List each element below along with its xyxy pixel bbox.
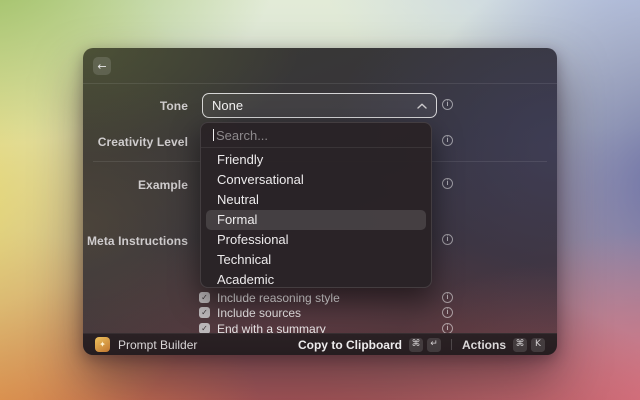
option-neutral[interactable]: Neutral xyxy=(206,190,426,210)
option-professional[interactable]: Professional xyxy=(206,230,426,250)
example-info-icon[interactable]: i xyxy=(442,178,453,189)
cmd-key-icon: ⌘ xyxy=(513,338,527,352)
app-name: Prompt Builder xyxy=(118,338,197,352)
copy-to-clipboard-button[interactable]: Copy to Clipboard xyxy=(298,338,402,352)
option-friendly[interactable]: Friendly xyxy=(206,150,426,170)
meta-instructions-label: Meta Instructions xyxy=(83,234,188,248)
include-sources-label: Include sources xyxy=(217,306,301,320)
option-formal[interactable]: Formal xyxy=(206,210,426,230)
footer-actions: Copy to Clipboard ⌘ ↵ Actions ⌘ K xyxy=(298,338,545,352)
tone-dropdown: Search... Friendly Conversational Neutra… xyxy=(200,122,432,288)
chevron-up-icon xyxy=(417,103,427,109)
creativity-level-label: Creativity Level xyxy=(83,135,188,149)
dropdown-options: Friendly Conversational Neutral Formal P… xyxy=(201,148,431,288)
creativity-level-info-icon[interactable]: i xyxy=(442,135,453,146)
tone-info-icon[interactable]: i xyxy=(442,99,453,110)
window-header: ← xyxy=(83,48,557,84)
text-caret xyxy=(213,129,214,141)
cmd-key-icon: ⌘ xyxy=(409,338,423,352)
k-key-icon: K xyxy=(531,338,545,352)
include-reasoning-style-row[interactable]: ✓ Include reasoning style xyxy=(199,291,340,304)
tone-select[interactable]: None xyxy=(202,93,437,118)
example-label: Example xyxy=(83,178,188,192)
include-sources-info-icon[interactable]: i xyxy=(442,307,453,318)
search-placeholder: Search... xyxy=(216,128,268,143)
prompt-builder-window: ← Tone None i Creativity Level i Example… xyxy=(83,48,557,355)
prompt-builder-app-icon: ✦ xyxy=(95,337,110,352)
meta-instructions-info-icon[interactable]: i xyxy=(442,234,453,245)
footer-divider xyxy=(451,339,452,350)
tone-select-value: None xyxy=(212,98,417,113)
checkbox-checked-icon[interactable]: ✓ xyxy=(199,292,210,303)
include-reasoning-style-info-icon[interactable]: i xyxy=(442,292,453,303)
back-button[interactable]: ← xyxy=(93,57,111,75)
back-arrow-icon: ← xyxy=(97,61,106,72)
tone-label: Tone xyxy=(83,99,188,113)
include-reasoning-style-label: Include reasoning style xyxy=(217,291,340,305)
include-sources-row[interactable]: ✓ Include sources xyxy=(199,306,301,319)
option-technical[interactable]: Technical xyxy=(206,250,426,270)
actions-button[interactable]: Actions xyxy=(462,338,506,352)
option-conversational[interactable]: Conversational xyxy=(206,170,426,190)
dropdown-search-input[interactable]: Search... xyxy=(201,123,431,148)
option-academic[interactable]: Academic xyxy=(206,270,426,288)
enter-key-icon: ↵ xyxy=(427,338,441,352)
checkbox-checked-icon[interactable]: ✓ xyxy=(199,307,210,318)
footer-bar: ✦ Prompt Builder Copy to Clipboard ⌘ ↵ A… xyxy=(83,333,557,355)
